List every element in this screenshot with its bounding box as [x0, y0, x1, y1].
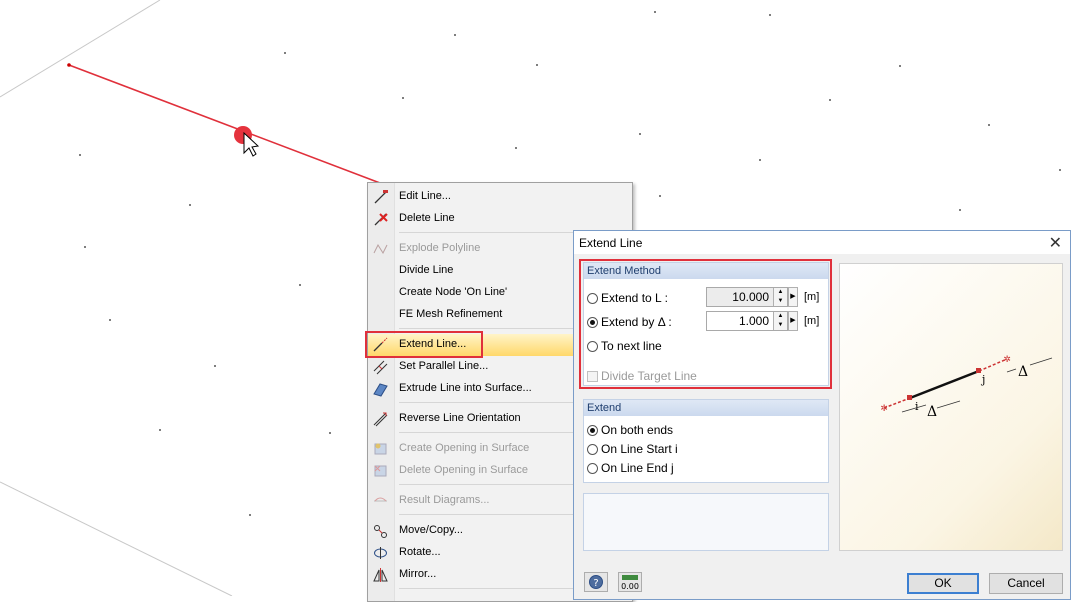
extend-line-dialog: Extend Line ✕ Extend Method Extend to L … [573, 230, 1071, 600]
rotate-icon [374, 547, 387, 559]
delta-label-i: Δ [927, 404, 937, 420]
menu-item-edit-line[interactable]: Edit Line... [368, 186, 632, 208]
explode-polyline-icon [373, 243, 388, 255]
menu-item-label: Result Diagrams... [399, 494, 490, 506]
radio-both-ends[interactable]: On both ends [587, 423, 673, 437]
extrude-icon [373, 383, 388, 397]
radio-button[interactable] [587, 444, 598, 455]
extend-header: Extend [584, 400, 828, 416]
grid-edge-bottom [0, 481, 233, 596]
svg-text:✲: ✲ [1003, 355, 1011, 365]
delta-label-j: Δ [1018, 364, 1028, 380]
info-panel [583, 493, 829, 551]
menu-item-label: Rotate... [399, 546, 441, 558]
help-button[interactable]: ? [584, 572, 608, 592]
menu-item-label: Explode Polyline [399, 242, 481, 254]
move-copy-icon [374, 525, 387, 538]
radio-button[interactable] [587, 463, 598, 474]
radio-line-start[interactable]: On Line Start i [587, 442, 678, 456]
menu-item-label: Edit Line... [399, 190, 451, 202]
cancel-button[interactable]: Cancel [989, 573, 1063, 594]
result-diagrams-icon [374, 497, 387, 502]
mirror-icon [373, 568, 388, 582]
parallel-line-icon [373, 360, 388, 375]
menu-item-label: Extrude Line into Surface... [399, 382, 532, 394]
help-icon: ? [589, 575, 603, 589]
menu-item-label: Delete Opening in Surface [399, 464, 529, 476]
menu-item-label: FE Mesh Refinement [399, 308, 503, 320]
menu-item-label: Reverse Line Orientation [399, 412, 521, 424]
units-button[interactable]: 0.00 [618, 572, 642, 592]
delete-opening-icon [374, 465, 387, 477]
selected-line[interactable] [68, 64, 381, 184]
menu-item-label: Create Node 'On Line' [399, 286, 508, 298]
menu-item-label: Set Parallel Line... [399, 360, 489, 372]
dialog-title: Extend Line [579, 236, 643, 250]
units-icon: 0.00 [621, 575, 639, 591]
ok-button[interactable]: OK [907, 573, 979, 594]
svg-text:0.00: 0.00 [621, 582, 639, 591]
grid-edge-top [0, 0, 161, 98]
dialog-titlebar[interactable]: Extend Line ✕ [574, 231, 1070, 254]
radio-label: On Line Start i [601, 442, 678, 456]
radio-label: On Line End j [601, 461, 674, 475]
menu-item-label: Mirror... [399, 568, 437, 580]
menu-item-label: Divide Line [399, 264, 454, 276]
preview-diagram: ✲ ✲ i j Δ Δ [839, 263, 1063, 551]
extend-group: Extend On both ends On Line Start i On L… [583, 399, 829, 483]
menu-item-label: Create Opening in Surface [399, 442, 530, 454]
radio-line-end[interactable]: On Line End j [587, 461, 674, 475]
create-opening-icon [374, 443, 387, 455]
edit-line-icon [374, 190, 388, 204]
svg-text:?: ? [593, 578, 598, 589]
line-node[interactable] [67, 63, 71, 67]
reverse-orientation-icon [373, 412, 388, 427]
extend-preview-illustration: ✲ ✲ i j Δ Δ [880, 355, 1053, 420]
label-i: i [915, 400, 919, 413]
delete-line-icon [374, 213, 388, 226]
close-icon[interactable]: ✕ [1049, 233, 1062, 253]
highlight-box-extend-method [579, 259, 832, 389]
highlight-box-extend-line [365, 331, 483, 358]
radio-label: On both ends [601, 423, 674, 437]
menu-item-label: Move/Copy... [399, 524, 463, 536]
menu-item-label: Delete Line [399, 212, 455, 224]
label-j: j [980, 373, 985, 386]
radio-button[interactable] [587, 425, 598, 436]
menu-item-delete-line[interactable]: Delete Line [368, 208, 632, 230]
svg-text:✲: ✲ [880, 404, 888, 414]
